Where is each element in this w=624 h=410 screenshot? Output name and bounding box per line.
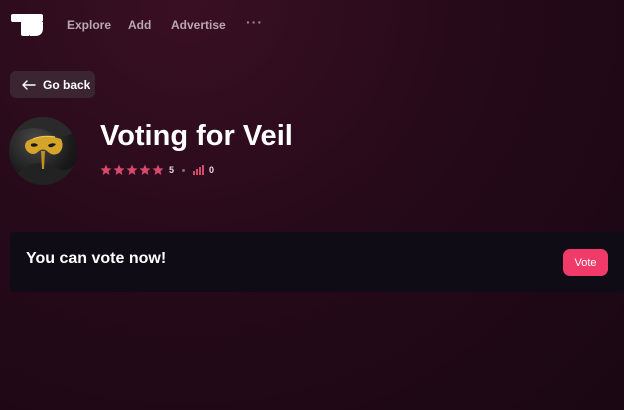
top-nav: Explore Add Advertise ··· — [0, 0, 624, 52]
gold-mask-icon — [9, 117, 77, 185]
go-back-label: Go back — [43, 77, 91, 92]
nav-explore[interactable]: Explore — [67, 18, 111, 32]
star-icon — [126, 164, 138, 175]
vote-panel: You can vote now! Vote — [10, 232, 624, 292]
rating-meta: 5 0 — [100, 163, 214, 177]
logo-icon[interactable] — [11, 14, 43, 36]
page-title: Voting for Veil — [100, 120, 293, 152]
nav-advertise[interactable]: Advertise — [171, 18, 226, 32]
separator-dot — [182, 168, 186, 172]
star-icon — [113, 164, 125, 175]
arrow-left-icon — [22, 79, 36, 90]
nav-add[interactable]: Add — [128, 18, 151, 32]
star-icon — [152, 164, 164, 175]
votes-count: 0 — [209, 165, 215, 175]
rating-value: 5 — [169, 165, 175, 175]
more-menu-icon[interactable]: ··· — [246, 14, 263, 30]
vote-message: You can vote now! — [26, 250, 167, 267]
bar-chart-icon — [193, 165, 205, 175]
avatar — [9, 117, 77, 185]
vote-button[interactable]: Vote — [563, 249, 608, 276]
star-icon — [139, 164, 151, 175]
star-icon — [100, 164, 112, 175]
go-back-button[interactable]: Go back — [10, 71, 95, 98]
